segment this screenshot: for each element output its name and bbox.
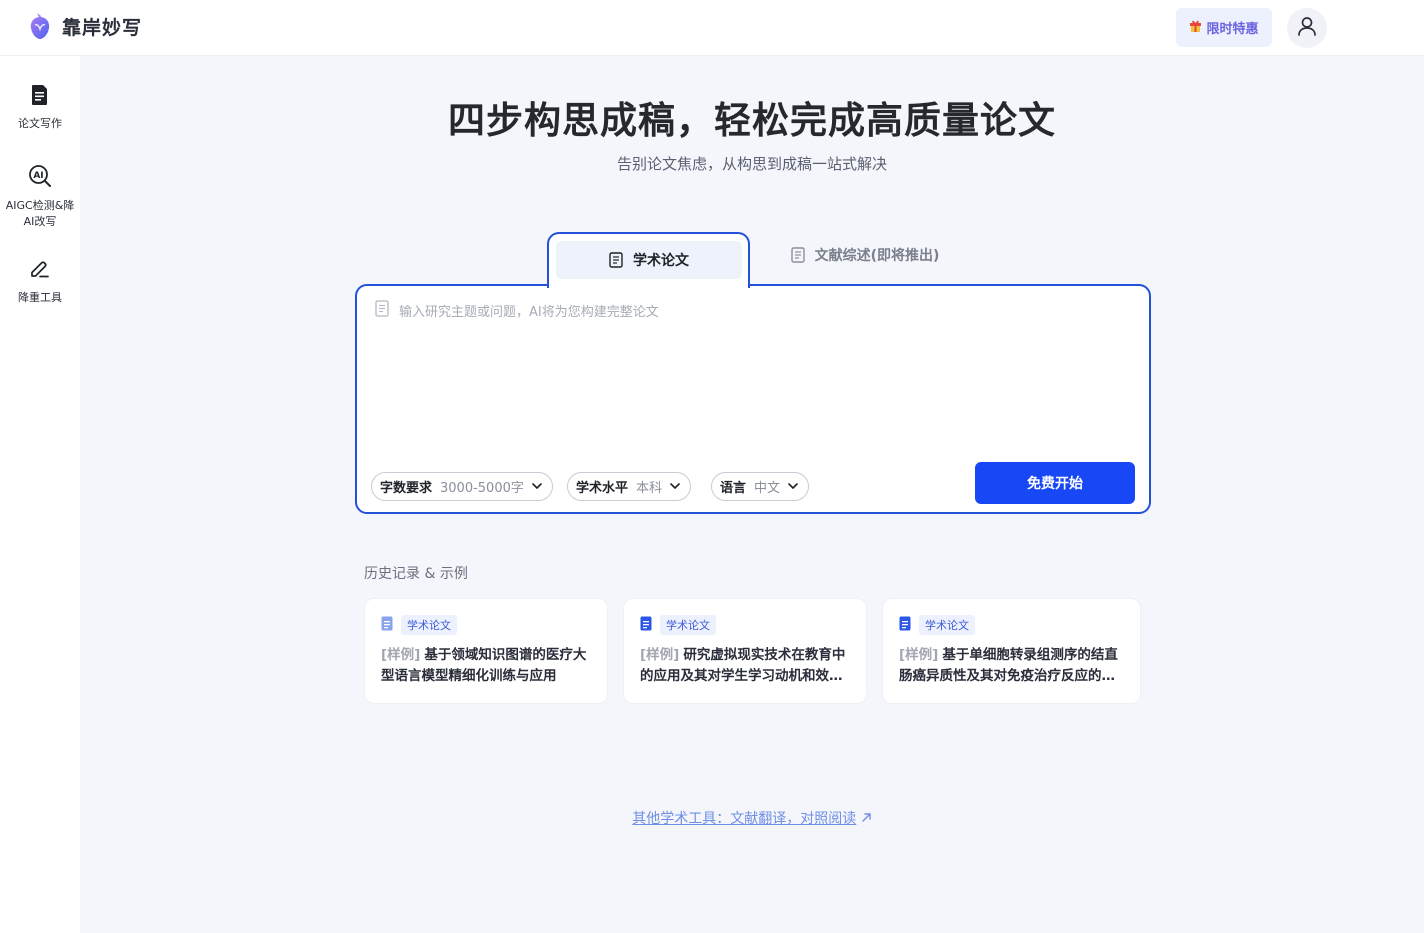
- dropdown-value: 3000-5000字: [440, 481, 524, 496]
- tab-label: 学术论文: [633, 253, 689, 269]
- document-icon: [899, 616, 911, 635]
- tab-academic-paper[interactable]: 学术论文: [547, 232, 750, 288]
- example-prefix: [样例]: [640, 647, 680, 663]
- page-subtitle: 告别论文焦虑，从构思到成稿一站式解决: [616, 155, 887, 173]
- tab-label: 文献综述(即将推出): [814, 248, 940, 264]
- dropdown-value: 中文: [754, 481, 781, 496]
- logo-icon: [28, 12, 52, 40]
- tab-academic-paper-inner: 学术论文: [556, 241, 742, 279]
- document-outline-icon: [375, 300, 389, 321]
- user-avatar-button[interactable]: [1287, 8, 1327, 48]
- example-tag-row: 学术论文: [381, 615, 591, 635]
- topic-input[interactable]: 输入研究主题或问题，AI将为您构建完整论文: [375, 300, 659, 321]
- history-section-title: 历史记录 & 示例: [364, 566, 468, 582]
- sidebar-item-label: 降重工具: [18, 291, 62, 304]
- external-arrow-icon: [861, 811, 872, 827]
- page-title: 四步构思成稿，轻松完成高质量论文: [448, 99, 1056, 142]
- topic-input-card: 输入研究主题或问题，AI将为您构建完整论文 字数要求 3000-5000字 学术…: [355, 284, 1151, 514]
- example-title: [样例]研究虚拟现实技术在教育中的应用及其对学生学习动机和效果的影响: [640, 645, 850, 687]
- example-card[interactable]: 学术论文 [样例]研究虚拟现实技术在教育中的应用及其对学生学习动机和效果的影响: [623, 598, 867, 704]
- example-tag-row: 学术论文: [640, 615, 850, 635]
- dropdown-label: 字数要求: [380, 481, 433, 496]
- example-tag: 学术论文: [660, 615, 716, 635]
- topic-input-placeholder: 输入研究主题或问题，AI将为您构建完整论文: [399, 305, 659, 320]
- document-icon: [31, 84, 49, 110]
- tab-connector: [549, 282, 748, 288]
- example-tag: 学术论文: [401, 615, 457, 635]
- logo[interactable]: 靠岸妙写: [28, 12, 142, 40]
- academic-level-dropdown[interactable]: 学术水平 本科: [567, 472, 692, 501]
- sidebar-item-paper-writing[interactable]: 论文写作: [0, 84, 80, 132]
- pen-icon: [29, 260, 51, 284]
- sidebar-item-label: AIGC检测&降AI改写: [5, 199, 75, 228]
- chevron-down-icon: [788, 479, 798, 494]
- document-outline-icon: [790, 247, 805, 263]
- logo-text: 靠岸妙写: [62, 16, 143, 39]
- ai-search-icon: AI: [28, 164, 52, 192]
- svg-text:AI: AI: [33, 171, 43, 181]
- sidebar-item-aigc-detection[interactable]: AI AIGC检测&降AI改写: [0, 164, 80, 230]
- example-prefix: [样例]: [381, 647, 421, 663]
- user-icon: [1296, 15, 1318, 41]
- sidebar-item-rewrite-tool[interactable]: 降重工具: [0, 260, 80, 306]
- chevron-down-icon: [670, 479, 680, 494]
- chevron-down-icon: [532, 479, 542, 494]
- promo-button[interactable]: 限时特惠: [1176, 8, 1272, 47]
- tab-literature-review[interactable]: 文献综述(即将推出): [770, 236, 960, 274]
- example-card[interactable]: 学术论文 [样例] 基于领域知识图谱的医疗大型语言模型精细化训练与应用: [364, 598, 608, 704]
- word-count-dropdown[interactable]: 字数要求 3000-5000字: [371, 472, 553, 501]
- example-title: [样例] 基于领域知识图谱的医疗大型语言模型精细化训练与应用: [381, 645, 591, 687]
- dropdown-label: 学术水平: [576, 481, 629, 496]
- language-dropdown[interactable]: 语言 中文: [711, 472, 810, 501]
- start-free-button[interactable]: 免费开始: [975, 462, 1135, 504]
- example-prefix: [样例]: [899, 647, 939, 663]
- sidebar-item-label: 论文写作: [18, 117, 62, 130]
- example-card[interactable]: 学术论文 [样例]基于单细胞转录组测序的结直肠癌异质性及其对免疫治疗反应的影响: [882, 598, 1141, 704]
- gift-icon: [1189, 19, 1202, 36]
- example-tag: 学术论文: [919, 615, 975, 635]
- example-tag-row: 学术论文: [899, 615, 1124, 635]
- promo-label: 限时特惠: [1206, 22, 1259, 37]
- other-tools-link-row: 其他学术工具：文献翻译，对照阅读: [80, 808, 1424, 828]
- document-icon: [381, 616, 393, 635]
- example-title: [样例]基于单细胞转录组测序的结直肠癌异质性及其对免疫治疗反应的影响: [899, 645, 1124, 687]
- dropdown-label: 语言: [720, 481, 747, 496]
- top-header: 靠岸妙写 限时特惠: [0, 0, 1424, 56]
- document-outline-icon: [609, 252, 623, 268]
- sidebar: 论文写作 AI AIGC检测&降AI改写 降重工具: [0, 56, 80, 933]
- document-icon: [640, 616, 652, 635]
- dropdown-value: 本科: [636, 481, 663, 496]
- other-tools-link[interactable]: 其他学术工具：文献翻译，对照阅读: [632, 811, 856, 827]
